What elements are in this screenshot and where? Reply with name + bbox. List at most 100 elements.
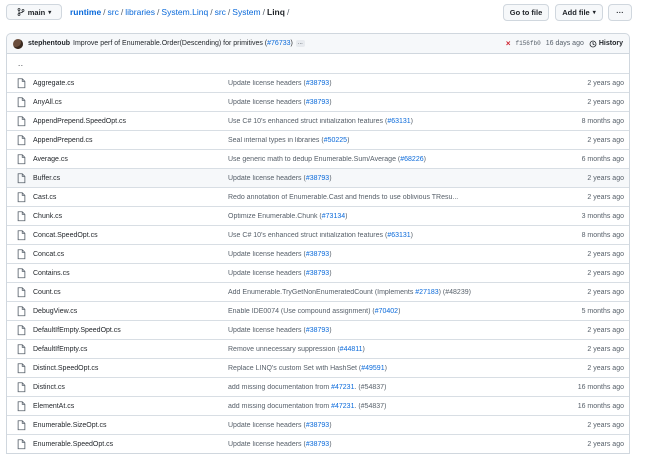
commit-pr-link[interactable]: #50225 xyxy=(324,137,347,144)
file-commit-message[interactable]: Update license headers (#38793) xyxy=(228,99,332,106)
file-name-link[interactable]: Concat.cs xyxy=(33,251,64,258)
file-name-link[interactable]: Count.cs xyxy=(33,289,61,296)
file-name-link[interactable]: Chunk.cs xyxy=(33,213,62,220)
breadcrumb-src-2[interactable]: src xyxy=(215,7,226,17)
file-commit-date: 2 years ago xyxy=(587,79,624,87)
file-commit-message[interactable]: add missing documentation from #47231. (… xyxy=(228,384,386,391)
file-name-link[interactable]: Enumerable.SpeedOpt.cs xyxy=(33,441,113,448)
commit-pr-link[interactable]: #49591 xyxy=(361,365,384,372)
file-commit-message[interactable]: Add Enumerable.TryGetNonEnumeratedCount … xyxy=(228,289,471,296)
file-icon xyxy=(17,420,26,431)
commit-pr-link[interactable]: #27183 xyxy=(415,289,438,296)
table-row: DefaultIfEmpty.cs Remove unnecessary supp… xyxy=(7,339,629,358)
file-commit-message[interactable]: Update license headers (#38793) xyxy=(228,270,332,277)
top-bar: main ▾ runtime / src / libraries / System.Linq… xyxy=(0,0,650,26)
table-row: DebugView.cs Enable IDE0074 (Use compound… xyxy=(7,301,629,320)
file-name-link[interactable]: Buffer.cs xyxy=(33,175,60,182)
table-row: Enumerable.SizeOpt.cs Update license head… xyxy=(7,415,629,434)
breadcrumb-system-linq[interactable]: System.Linq xyxy=(161,7,208,17)
file-commit-message[interactable]: Use C# 10's enhanced struct initializati… xyxy=(228,232,413,239)
go-to-file-button[interactable]: Go to file xyxy=(503,4,549,21)
file-name-link[interactable]: Average.cs xyxy=(33,156,68,163)
file-name-link[interactable]: AppendPrepend.cs xyxy=(33,137,93,144)
commit-pr-link[interactable]: #44811 xyxy=(340,346,363,353)
commit-pr-link[interactable]: #38793 xyxy=(306,175,329,182)
commit-pr-link[interactable]: #47231 xyxy=(331,384,354,391)
file-name-link[interactable]: DefaultIfEmpty.cs xyxy=(33,346,87,353)
file-name-link[interactable]: AppendPrepend.SpeedOpt.cs xyxy=(33,118,126,125)
file-name-link[interactable]: DefaultIfEmpty.SpeedOpt.cs xyxy=(33,327,121,334)
status-fail-icon[interactable]: × xyxy=(506,39,511,48)
commit-pr-link[interactable]: #63131 xyxy=(387,232,410,239)
chevron-down-icon: ▾ xyxy=(592,10,596,16)
file-name-link[interactable]: Concat.SpeedOpt.cs xyxy=(33,232,98,239)
file-list: .. Aggregate.cs Update license headers (#… xyxy=(6,53,630,454)
file-commit-message[interactable]: add missing documentation from #47231. (… xyxy=(228,403,386,410)
table-row: Enumerable.SpeedOpt.cs Update license hea… xyxy=(7,434,629,453)
file-commit-message[interactable]: Update license headers (#38793) xyxy=(228,327,332,334)
file-icon xyxy=(17,97,26,108)
commit-pr-link[interactable]: #70402 xyxy=(375,308,398,315)
file-commit-message[interactable]: Seal internal types in libraries (#50225… xyxy=(228,137,349,144)
file-name-link[interactable]: Cast.cs xyxy=(33,194,56,201)
breadcrumb-libraries[interactable]: libraries xyxy=(125,7,155,17)
commit-expand-button[interactable]: ... xyxy=(295,40,305,47)
file-name-link[interactable]: Distinct.cs xyxy=(33,384,65,391)
file-commit-message[interactable]: Use generic math to dedup Enumerable.Sum… xyxy=(228,156,426,163)
file-commit-message[interactable]: Replace LINQ's custom Set with HashSet (… xyxy=(228,365,387,372)
file-icon xyxy=(17,287,26,298)
file-name-link[interactable]: Distinct.SpeedOpt.cs xyxy=(33,365,98,372)
file-name-link[interactable]: ElementAt.cs xyxy=(33,403,74,410)
file-icon xyxy=(17,154,26,165)
file-commit-message[interactable]: Use C# 10's enhanced struct initializati… xyxy=(228,118,413,125)
breadcrumb-current: Linq xyxy=(267,7,285,17)
file-commit-message[interactable]: Remove unnecessary suppression (#44811) xyxy=(228,346,365,353)
more-options-button[interactable]: ··· xyxy=(608,4,632,21)
commit-message[interactable]: Improve perf of Enumerable.Order(Descend… xyxy=(73,40,293,47)
commit-pr-link[interactable]: #38793 xyxy=(306,251,329,258)
parent-directory-row[interactable]: .. xyxy=(7,54,629,73)
file-commit-date: 2 years ago xyxy=(587,288,624,296)
commit-pr-link[interactable]: #38793 xyxy=(306,441,329,448)
file-commit-message[interactable]: Update license headers (#38793) xyxy=(228,422,332,429)
commit-pr-link[interactable]: #38793 xyxy=(306,270,329,277)
commit-pr-link[interactable]: #68226 xyxy=(400,156,423,163)
file-icon xyxy=(17,439,26,450)
file-commit-message[interactable]: Update license headers (#38793) xyxy=(228,441,332,448)
file-name-link[interactable]: DebugView.cs xyxy=(33,308,77,315)
file-commit-message[interactable]: Redo annotation of Enumerable.Cast and f… xyxy=(228,194,458,201)
file-commit-message[interactable]: Update license headers (#38793) xyxy=(228,175,332,182)
parent-directory-link[interactable]: .. xyxy=(7,59,23,68)
commit-pr-link[interactable]: #76733 xyxy=(267,40,290,47)
file-commit-message[interactable]: Optimize Enumerable.Chunk (#73134) xyxy=(228,213,347,220)
file-icon xyxy=(17,344,26,355)
file-icon xyxy=(17,230,26,241)
add-file-button[interactable]: Add file ▾ xyxy=(555,4,603,21)
avatar[interactable] xyxy=(13,38,23,49)
file-name-link[interactable]: Aggregate.cs xyxy=(33,80,74,87)
commit-pr-link[interactable]: #38793 xyxy=(306,80,329,87)
file-commit-message[interactable]: Update license headers (#38793) xyxy=(228,251,332,258)
file-name-link[interactable]: AnyAll.cs xyxy=(33,99,62,106)
commit-pr-link[interactable]: #38793 xyxy=(306,327,329,334)
file-commit-message[interactable]: Update license headers (#38793) xyxy=(228,80,332,87)
file-name-link[interactable]: Contains.cs xyxy=(33,270,70,277)
file-name-link[interactable]: Enumerable.SizeOpt.cs xyxy=(33,422,107,429)
commit-author[interactable]: stephentoub xyxy=(28,40,70,47)
table-row: Distinct.cs add missing documentation fro… xyxy=(7,377,629,396)
history-button[interactable]: History xyxy=(589,40,623,48)
branch-selector[interactable]: main ▾ xyxy=(6,4,62,20)
commit-pr-link[interactable]: #63131 xyxy=(387,118,410,125)
commit-pr-link[interactable]: #38793 xyxy=(306,422,329,429)
table-row: Count.cs Add Enumerable.TryGetNonEnumerat… xyxy=(7,282,629,301)
breadcrumb-src[interactable]: src xyxy=(108,7,119,17)
file-commit-message[interactable]: Enable IDE0074 (Use compound assignment)… xyxy=(228,308,400,315)
branch-name: main xyxy=(27,7,46,17)
commit-sha[interactable]: f156fb0 xyxy=(516,40,541,47)
breadcrumb-system[interactable]: System xyxy=(232,7,260,17)
commit-pr-link[interactable]: #38793 xyxy=(306,99,329,106)
breadcrumb-repo[interactable]: runtime xyxy=(70,7,101,17)
commit-pr-link[interactable]: #73134 xyxy=(322,213,345,220)
commit-pr-link[interactable]: #47231 xyxy=(331,403,354,410)
file-icon xyxy=(17,173,26,184)
